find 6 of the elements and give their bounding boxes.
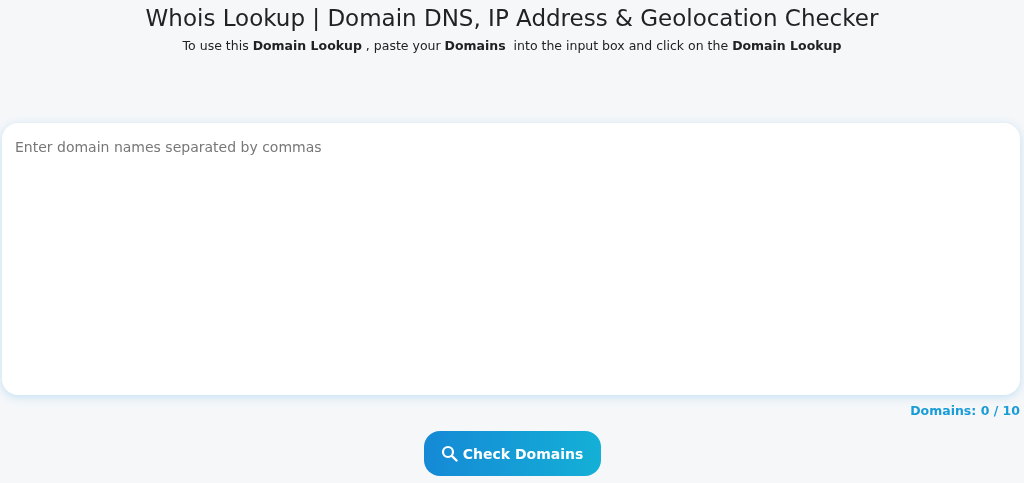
search-icon xyxy=(440,445,458,462)
domain-input-field[interactable]: Enter domain names separated by commas xyxy=(2,123,1020,395)
instructions-text: To use this Domain Lookup , paste your Domains into the input box and click on the Domain Lookup xyxy=(181,38,843,53)
page-title: Whois Lookup | Domain DNS, IP Address & Geolocation Checker xyxy=(144,4,880,32)
check-domains-button[interactable]: Check Domains xyxy=(423,431,601,476)
domain-counter: Domains: 0 / 10 xyxy=(910,403,1020,418)
